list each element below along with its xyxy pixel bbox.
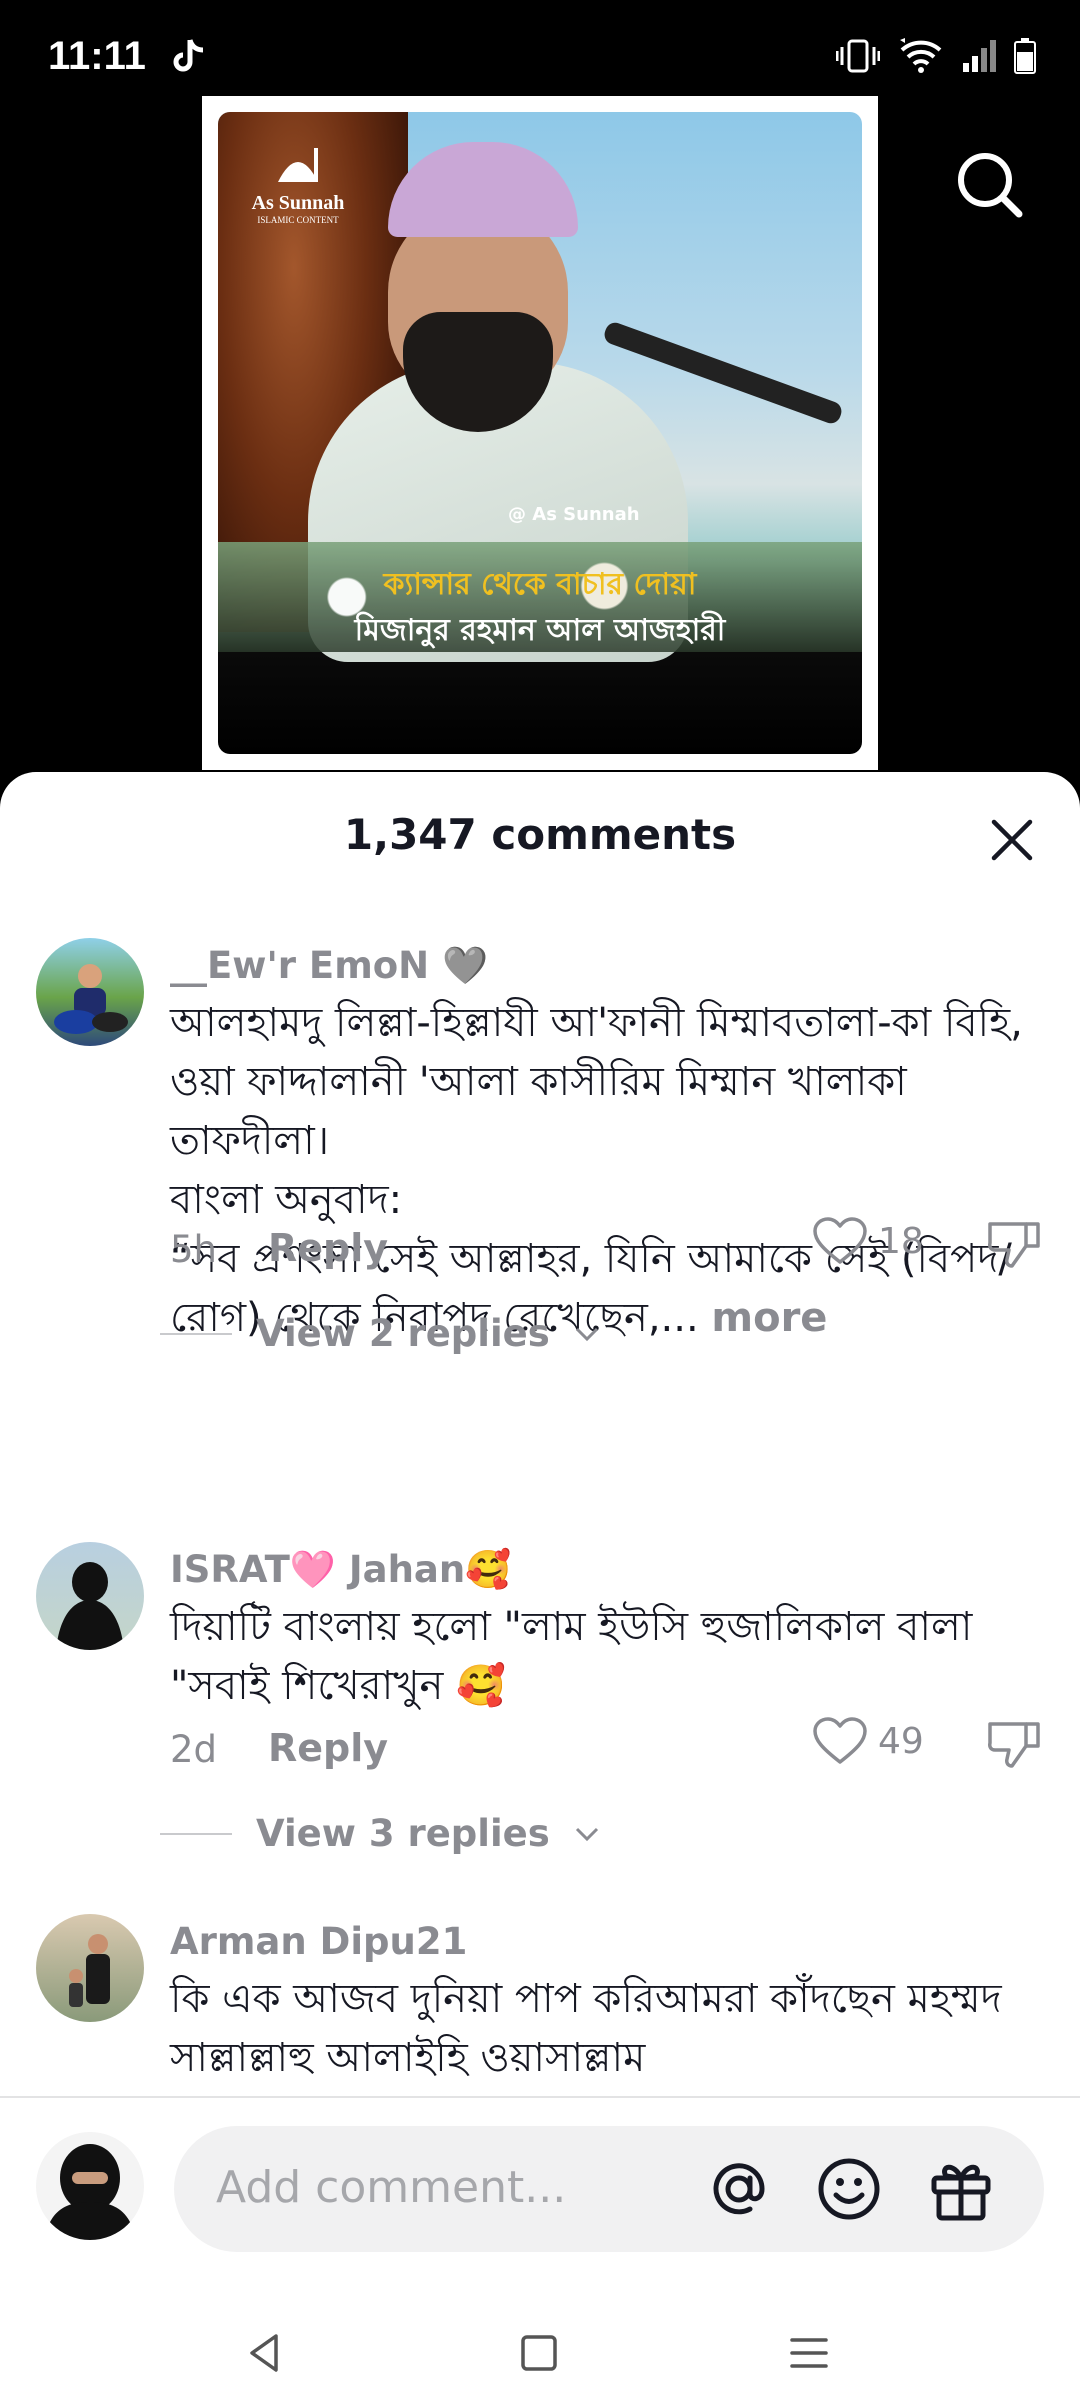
comment-author[interactable]: ISRAT🩷 Jahan🥰 [170,1548,511,1592]
wifi-icon [898,38,944,78]
comment-author[interactable]: Arman Dipu21 [170,1920,467,1963]
comment-author[interactable]: __Ew'r EmoN 🩶 [170,944,488,988]
channel-logo: As Sunnah ISLAMIC CONTENT [238,142,358,225]
like-count: 18 [878,1220,924,1262]
back-icon [250,2334,278,2372]
status-bar: 11:11 [0,0,1080,110]
battery-icon [1014,38,1036,78]
dislike-icon [988,1722,1040,1768]
mention-button[interactable] [704,2154,774,2224]
replies-divider [160,1332,232,1335]
view-replies-button[interactable]: View 3 replies [160,1812,600,1855]
avatar [36,2132,144,2240]
dislike-button[interactable] [986,1216,1042,1276]
mosque-icon [278,148,318,182]
gift-button[interactable] [926,2154,996,2224]
avatar-image [54,964,128,1034]
comment-body: আলহামদু লিল্লা-হিল্লাযী আ'ফানী মিম্মাবতা… [170,1000,1023,1341]
dislike-icon [988,1222,1040,1268]
system-nav-bar [0,2298,1080,2408]
comment-input-bar: Add comment... [0,2098,1080,2298]
vibrate-icon [835,39,881,77]
menu-button[interactable] [784,2328,834,2378]
home-button[interactable] [514,2328,564,2378]
heart-icon [813,1717,867,1764]
comment-time: 2d [170,1728,218,1771]
heart-icon [813,1217,867,1264]
comment-text: আলহামদু লিল্লা-হিল্লাযী আ'ফানী মিম্মাবতা… [170,994,1040,1348]
home-icon [521,2335,557,2371]
view-replies-label: View 2 replies [256,1312,550,1355]
comments-sheet: 1,347 comments __Ew'r EmoN 🩶 আলহামদু লিল… [0,772,1080,2408]
like-count: 49 [878,1720,924,1762]
replies-divider [160,1832,232,1835]
menu-icon [790,2338,828,2368]
avatar-image [36,2132,144,2240]
comment-input-placeholder: Add comment... [216,2162,567,2213]
back-button[interactable] [240,2328,290,2378]
chevron-down-icon [575,1327,598,1341]
more-link[interactable]: more [711,1295,827,1341]
logo-text: As Sunnah [251,192,345,214]
video-player[interactable]: As Sunnah ISLAMIC CONTENT @ As Sunnah ক্… [202,96,878,770]
like-button[interactable]: 18 [812,1216,924,1266]
emoji-button[interactable] [814,2154,884,2224]
close-button[interactable] [988,816,1036,864]
avatar-image [56,1562,124,1650]
at-icon [713,2163,765,2215]
video-frame: As Sunnah ISLAMIC CONTENT @ As Sunnah ক্… [218,112,862,754]
speaker-cap [388,142,578,237]
reply-button[interactable]: Reply [268,1226,388,1270]
comment-text: দিয়াটি বাংলায় হলো "লাম ইউসি হুজালিকাল … [170,1604,973,1709]
chevron-down-icon [575,1827,598,1841]
search-icon [958,153,1023,218]
reply-button[interactable]: Reply [268,1726,388,1770]
like-button[interactable]: 49 [812,1716,924,1766]
signal-icon [962,39,996,77]
video-watermark: @ As Sunnah [508,504,640,525]
avatar-image [69,1934,110,2007]
video-caption-title: ক্যান্সার থেকে বাচার দোয়া [383,567,697,602]
gift-icon [931,2164,991,2221]
view-replies-label: View 3 replies [256,1812,550,1855]
comment-text: কি এক আজব দুনিয়া পাপ করিআমরা কাঁদছেন মহ… [170,1976,1002,2081]
video-caption-subtitle: মিজানুর রহমান আল আজহারী [354,613,726,648]
comments-count-title: 1,347 comments [343,810,737,859]
logo-subtext: ISLAMIC CONTENT [257,215,339,225]
comment-input[interactable]: Add comment... [174,2126,1044,2252]
smiley-icon [818,2158,880,2220]
view-replies-button[interactable]: View 2 replies [160,1312,600,1355]
avatar[interactable] [36,938,144,1046]
search-button[interactable] [955,150,1025,220]
status-time: 11:11 [48,34,146,78]
avatar[interactable] [36,1914,144,2022]
dislike-button[interactable] [986,1716,1042,1776]
avatar[interactable] [36,1542,144,1650]
close-icon [991,819,1033,861]
tiktok-icon [172,36,208,80]
comment-time: 5h [170,1228,217,1271]
